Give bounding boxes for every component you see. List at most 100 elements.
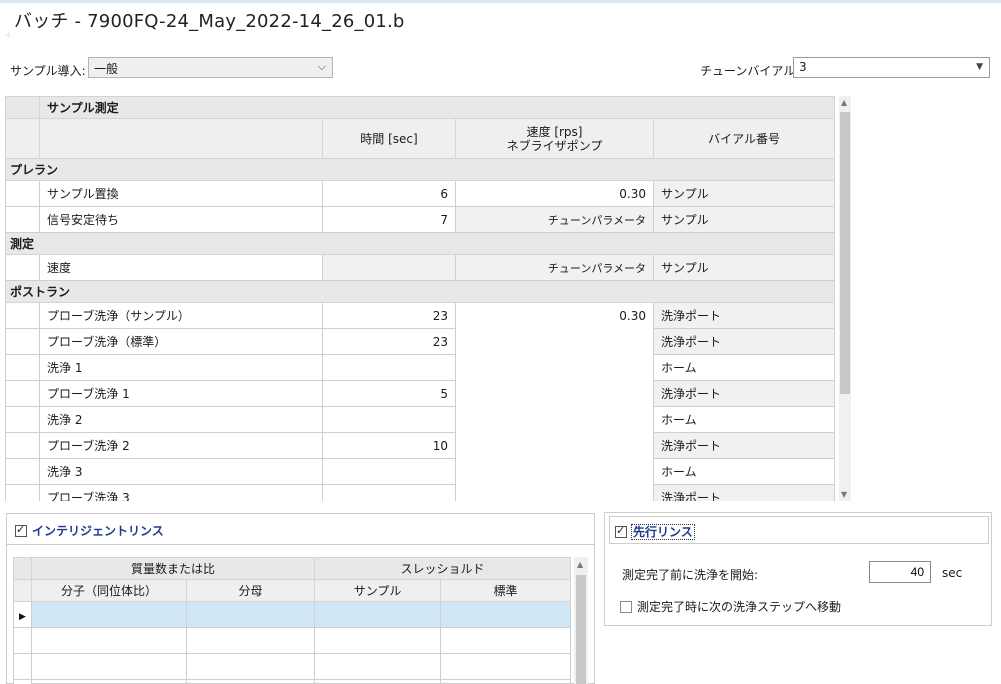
numerator-cell[interactable] xyxy=(31,627,187,654)
denominator-cell[interactable] xyxy=(185,679,316,684)
numerator-cell[interactable] xyxy=(31,601,187,628)
start-before-seconds-input[interactable] xyxy=(869,561,931,583)
speed-cell[interactable] xyxy=(455,406,654,433)
vial-cell[interactable]: ホーム xyxy=(652,458,836,485)
next-step-option[interactable]: 測定完了時に次の洗浄ステップへ移動 xyxy=(620,598,841,615)
table-row[interactable]: プローブ洗浄（標準） 23 洗浄ポート xyxy=(5,328,836,355)
table-row[interactable]: プローブ洗浄 1 5 洗浄ポート xyxy=(5,380,836,407)
sample-cell[interactable] xyxy=(314,653,442,680)
vial-cell[interactable]: サンプル xyxy=(652,254,836,281)
table-row[interactable]: 速度 チューンパラメータ サンプル xyxy=(5,254,836,281)
table-row[interactable]: 洗浄 2 ホーム xyxy=(5,406,836,433)
sample-cell[interactable] xyxy=(314,627,442,654)
table-row[interactable]: 信号安定待ち 7 チューンパラメータ サンプル xyxy=(5,206,836,233)
table-row[interactable]: 洗浄 1 ホーム xyxy=(5,354,836,381)
col-header-vial[interactable]: バイアル番号 xyxy=(652,118,836,159)
next-step-checkbox[interactable] xyxy=(620,601,632,613)
time-cell[interactable] xyxy=(322,458,456,485)
row-selector[interactable] xyxy=(5,180,40,207)
vial-cell[interactable]: 洗浄ポート xyxy=(652,302,836,329)
speed-cell[interactable] xyxy=(455,458,654,485)
scroll-down-icon[interactable]: ▼ xyxy=(841,490,847,499)
intelligent-rinse-toggle[interactable]: インテリジェントリンス xyxy=(15,522,164,539)
row-selector[interactable] xyxy=(5,328,40,355)
col-sample[interactable]: サンプル xyxy=(314,579,442,602)
time-cell[interactable]: 6 xyxy=(322,180,456,207)
table-row[interactable]: プローブ洗浄 3 洗浄ポート xyxy=(5,484,836,501)
scrollbar-thumb[interactable] xyxy=(576,575,586,684)
row-selector[interactable] xyxy=(13,627,32,654)
speed-cell[interactable] xyxy=(455,484,654,501)
table-row[interactable] xyxy=(13,653,572,680)
denominator-cell[interactable] xyxy=(185,653,316,680)
row-selector[interactable] xyxy=(5,380,40,407)
time-cell[interactable]: 23 xyxy=(322,302,456,329)
row-selector[interactable] xyxy=(5,432,40,459)
row-selector[interactable] xyxy=(5,206,40,233)
speed-cell[interactable]: チューンパラメータ xyxy=(455,206,654,233)
speed-cell[interactable]: チューンパラメータ xyxy=(455,254,654,281)
speed-cell[interactable] xyxy=(455,432,654,459)
col-numerator[interactable]: 分子（同位体比） xyxy=(31,579,187,602)
col-header-speed[interactable]: 速度 [rps] ネブライザポンプ xyxy=(455,118,654,159)
sample-cell[interactable] xyxy=(314,601,442,628)
row-selector[interactable] xyxy=(5,354,40,381)
vial-cell[interactable]: サンプル xyxy=(652,206,836,233)
numerator-cell[interactable] xyxy=(31,653,187,680)
numerator-cell[interactable] xyxy=(31,679,187,684)
table-row[interactable]: プローブ洗浄 2 10 洗浄ポート xyxy=(5,432,836,459)
vial-cell[interactable]: ホーム xyxy=(652,354,836,381)
table-row[interactable] xyxy=(13,679,572,684)
pre-rinse-checkbox[interactable] xyxy=(615,524,627,538)
col-denominator[interactable]: 分母 xyxy=(185,579,316,602)
speed-cell[interactable]: 0.30 xyxy=(455,302,654,329)
time-cell[interactable]: 5 xyxy=(322,380,456,407)
sample-cell[interactable] xyxy=(314,679,442,684)
row-selector[interactable] xyxy=(5,406,40,433)
standard-cell[interactable] xyxy=(440,601,572,628)
tune-vial-select[interactable]: 3 ▼ xyxy=(793,57,990,78)
row-selector[interactable] xyxy=(13,679,32,684)
table-row[interactable]: 洗浄 3 ホーム xyxy=(5,458,836,485)
col-standard[interactable]: 標準 xyxy=(440,579,572,602)
table-row[interactable]: サンプル置換 6 0.30 サンプル xyxy=(5,180,836,207)
denominator-cell[interactable] xyxy=(185,601,316,628)
time-cell[interactable] xyxy=(322,484,456,501)
standard-cell[interactable] xyxy=(440,653,572,680)
vial-cell[interactable]: サンプル xyxy=(652,180,836,207)
table-row[interactable] xyxy=(13,627,572,654)
pre-rinse-toggle[interactable]: 先行リンス xyxy=(615,523,695,540)
speed-cell[interactable] xyxy=(455,354,654,381)
time-cell[interactable] xyxy=(322,406,456,433)
scroll-up-icon[interactable]: ▲ xyxy=(577,560,583,569)
speed-cell[interactable] xyxy=(455,328,654,355)
vial-cell[interactable]: ホーム xyxy=(652,406,836,433)
row-selector[interactable] xyxy=(5,302,40,329)
table-row[interactable]: ▶ xyxy=(13,601,572,628)
speed-cell[interactable] xyxy=(455,380,654,407)
standard-cell[interactable] xyxy=(440,679,572,684)
sample-intro-select[interactable]: 一般 ⌵ xyxy=(88,57,333,78)
grid-vertical-scrollbar[interactable]: ▲ ▼ xyxy=(839,96,851,501)
standard-cell[interactable] xyxy=(440,627,572,654)
vial-cell[interactable]: 洗浄ポート xyxy=(652,484,836,501)
vial-cell[interactable]: 洗浄ポート xyxy=(652,432,836,459)
row-selector[interactable]: ▶ xyxy=(13,601,32,628)
time-cell[interactable]: 7 xyxy=(322,206,456,233)
scrollbar-thumb[interactable] xyxy=(840,112,850,394)
row-selector[interactable] xyxy=(13,653,32,680)
speed-cell[interactable]: 0.30 xyxy=(455,180,654,207)
rinse-table-scrollbar[interactable]: ▲ xyxy=(574,557,588,684)
denominator-cell[interactable] xyxy=(185,627,316,654)
vial-cell[interactable]: 洗浄ポート xyxy=(652,380,836,407)
row-selector[interactable] xyxy=(5,484,40,501)
intelligent-rinse-checkbox[interactable] xyxy=(15,523,27,537)
time-cell[interactable] xyxy=(322,354,456,381)
row-selector[interactable] xyxy=(5,254,40,281)
col-header-time[interactable]: 時間 [sec] xyxy=(322,118,456,159)
table-row[interactable]: プローブ洗浄（サンプル） 23 0.30 洗浄ポート xyxy=(5,302,836,329)
scroll-up-icon[interactable]: ▲ xyxy=(841,98,847,107)
time-cell[interactable]: 23 xyxy=(322,328,456,355)
time-cell[interactable] xyxy=(322,254,456,281)
grip-icon[interactable]: ⁘ xyxy=(5,32,13,40)
